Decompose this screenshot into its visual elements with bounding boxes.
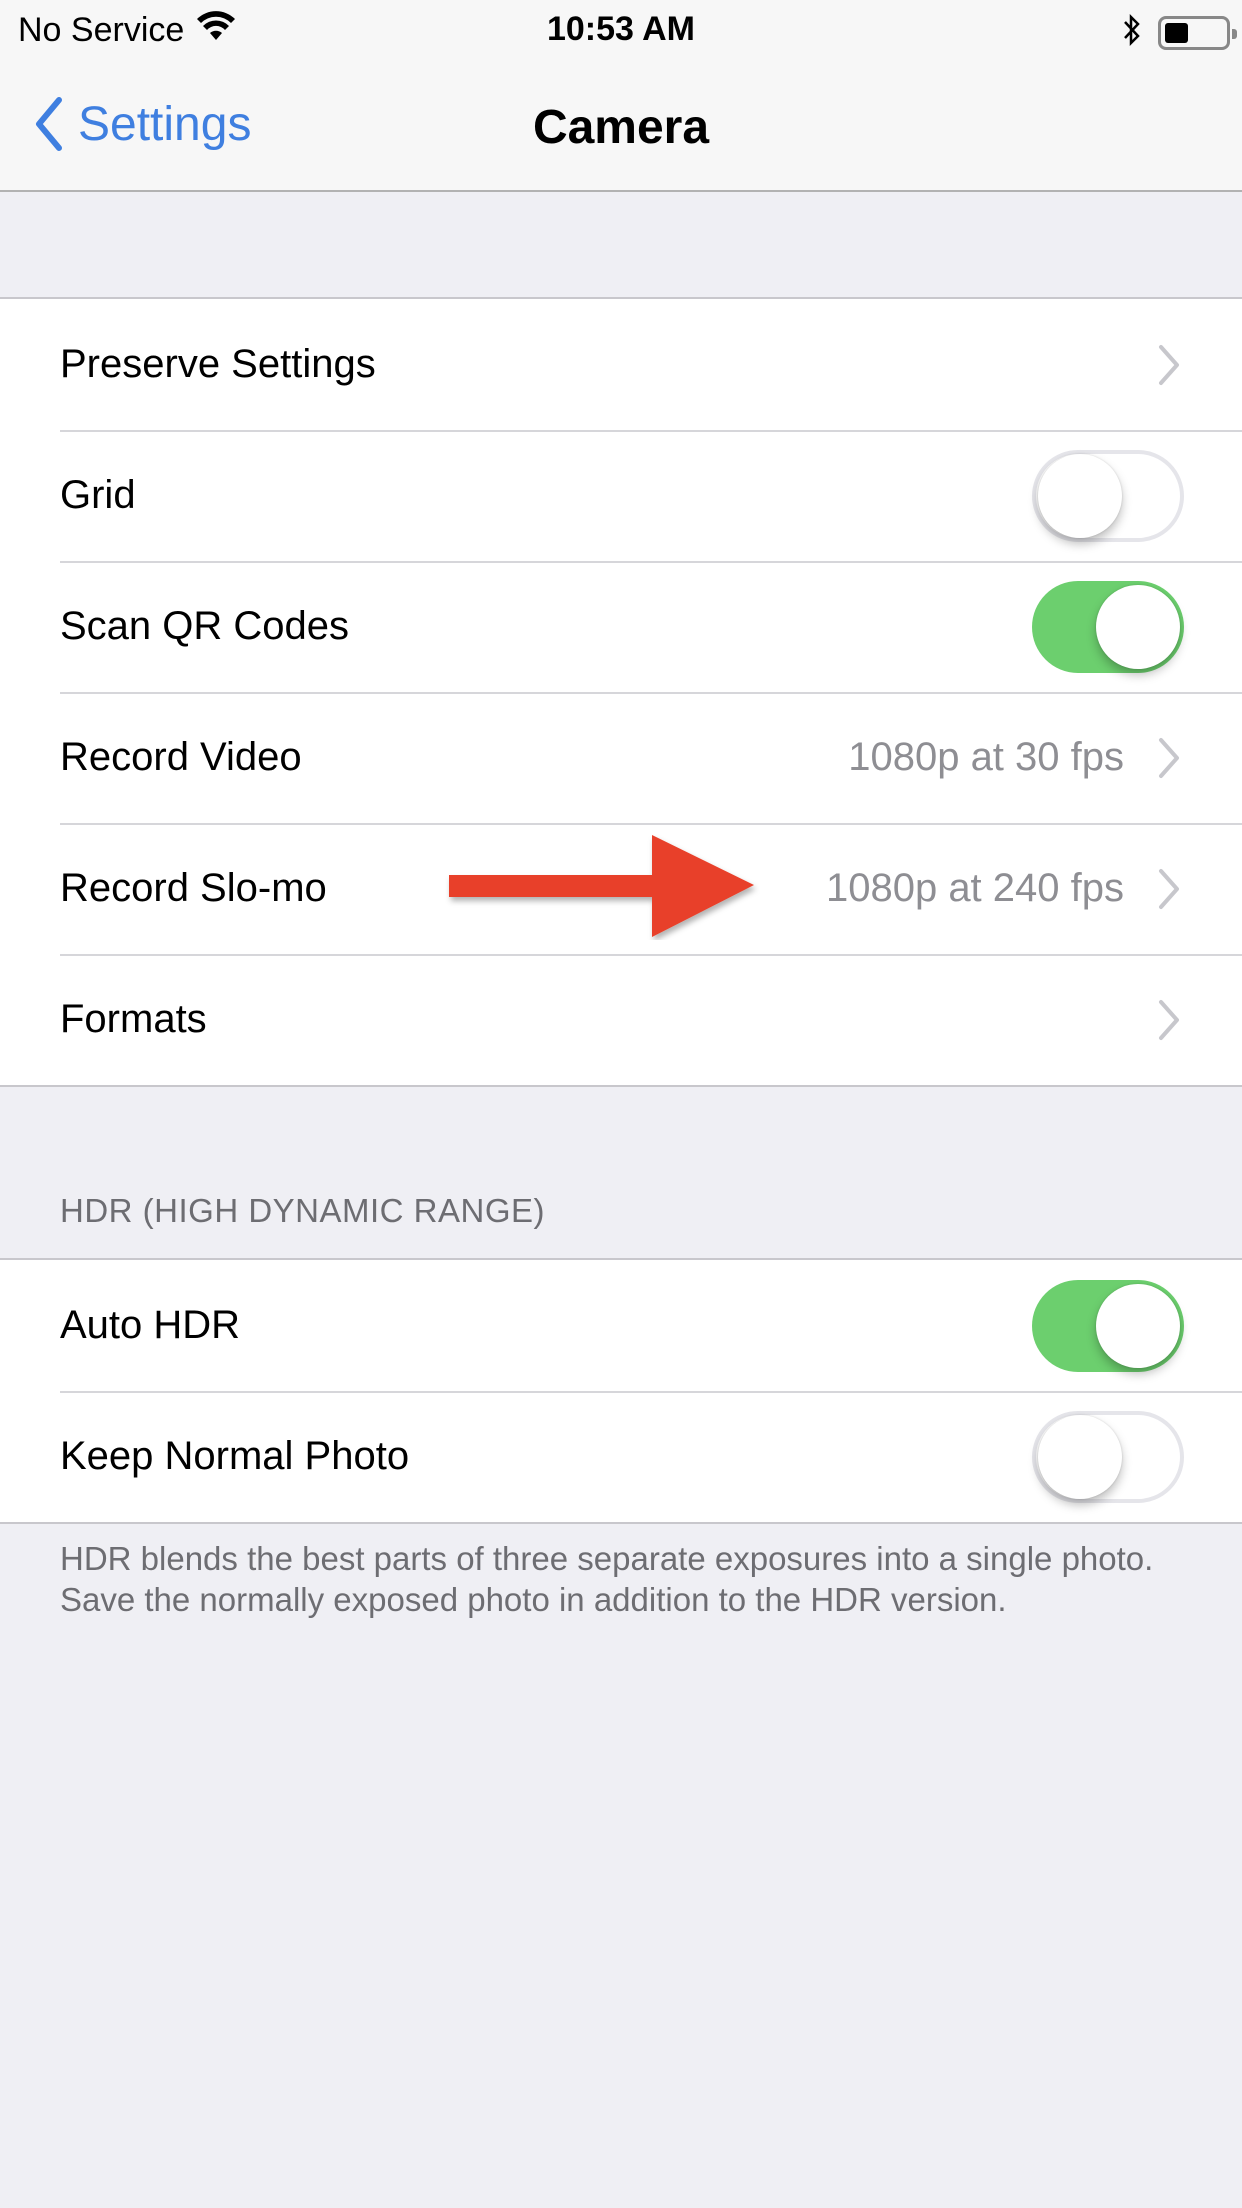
battery-fill xyxy=(1165,22,1189,43)
back-label: Settings xyxy=(78,97,252,151)
hdr-settings-group: Auto HDR Keep Normal Photo xyxy=(0,1258,1242,1524)
row-label: Formats xyxy=(60,997,207,1041)
auto-hdr-toggle[interactable] xyxy=(1032,1279,1184,1372)
row-formats[interactable]: Formats xyxy=(0,954,1242,1085)
battery-nub xyxy=(1232,28,1237,39)
row-value: 1080p at 30 fps xyxy=(848,735,1124,779)
row-label: Record Video xyxy=(60,735,302,779)
chevron-right-icon xyxy=(1156,736,1182,780)
toggle-knob xyxy=(1038,453,1122,538)
toggle-knob xyxy=(1096,584,1180,669)
section-footer-hdr: HDR blends the best parts of three separ… xyxy=(60,1540,1154,1618)
keep-normal-photo-toggle[interactable] xyxy=(1032,1410,1184,1503)
navigation-bar: Settings Camera xyxy=(0,60,1242,192)
toggle-knob xyxy=(1096,1283,1180,1368)
chevron-right-icon xyxy=(1156,867,1182,911)
status-right xyxy=(1122,12,1237,53)
toggle-knob xyxy=(1038,1414,1122,1499)
row-label: Auto HDR xyxy=(60,1303,241,1347)
scan-qr-codes-toggle[interactable] xyxy=(1032,580,1184,673)
row-auto-hdr: Auto HDR xyxy=(0,1260,1242,1391)
section-header-hdr: HDR (HIGH DYNAMIC RANGE) xyxy=(60,1192,546,1229)
chevron-right-icon xyxy=(1156,343,1182,387)
chevron-right-icon xyxy=(1156,998,1182,1042)
row-label: Preserve Settings xyxy=(60,342,376,386)
status-bar: No Service 10:53 AM xyxy=(0,0,1242,60)
row-preserve-settings[interactable]: Preserve Settings xyxy=(0,299,1242,430)
row-label: Grid xyxy=(60,473,136,517)
row-grid: Grid xyxy=(0,430,1242,561)
row-keep-normal-photo: Keep Normal Photo xyxy=(0,1391,1242,1522)
chevron-left-icon xyxy=(36,97,62,151)
row-scan-qr-codes: Scan QR Codes xyxy=(0,561,1242,692)
row-value: 1080p at 240 fps xyxy=(825,866,1124,910)
clock: 10:53 AM xyxy=(546,10,696,48)
back-button[interactable]: Settings xyxy=(34,96,251,152)
row-label: Keep Normal Photo xyxy=(60,1434,410,1478)
row-label: Scan QR Codes xyxy=(60,604,350,648)
bluetooth-icon xyxy=(1122,12,1142,53)
grid-toggle[interactable] xyxy=(1032,449,1184,542)
row-record-slo-mo[interactable]: Record Slo-mo 1080p at 240 fps xyxy=(0,823,1242,954)
battery-icon xyxy=(1158,15,1237,50)
camera-settings-group: Preserve Settings Grid Scan QR Codes Record… xyxy=(0,297,1242,1087)
row-label: Record Slo-mo xyxy=(60,866,327,910)
row-record-video[interactable]: Record Video 1080p at 30 fps xyxy=(0,692,1242,823)
